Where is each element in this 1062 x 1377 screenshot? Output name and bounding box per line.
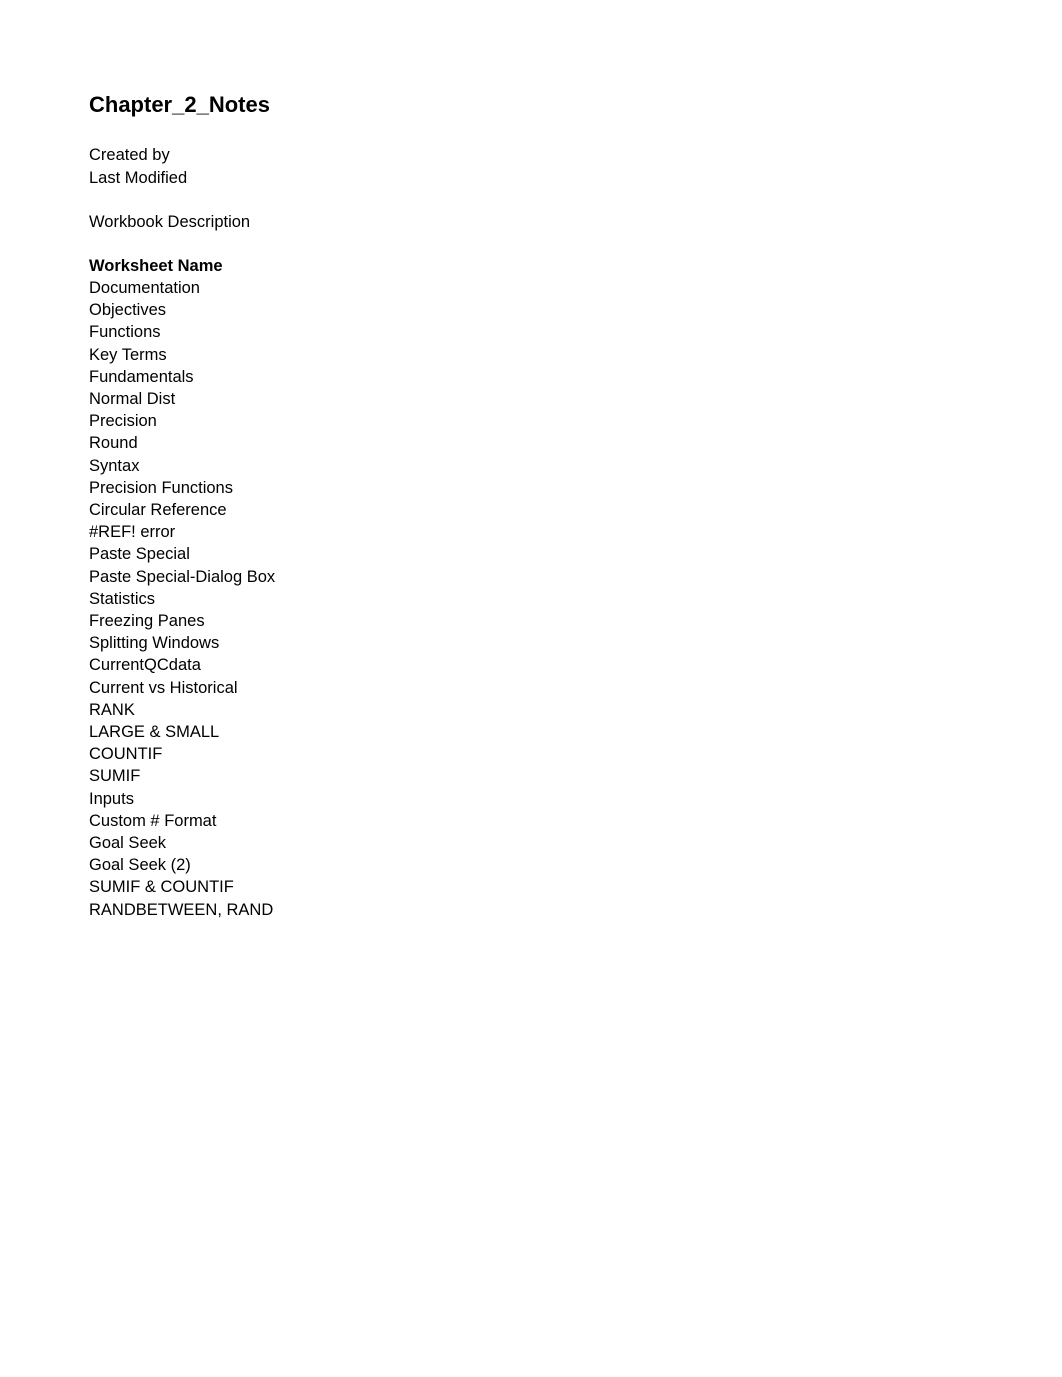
list-item: Documentation <box>89 279 200 297</box>
metadata-last-modified-label: Last Modified <box>89 168 188 187</box>
worksheet-name-list: Documentation Objectives Functions Key T… <box>89 277 969 921</box>
list-item: RANDBETWEEN, RAND <box>89 900 274 919</box>
list-item: Key Terms <box>89 345 167 364</box>
list-item: Inputs <box>89 789 134 808</box>
list-item: CurrentQCdata <box>89 656 201 675</box>
worksheet-name-column-header: Worksheet Name <box>89 256 223 275</box>
list-item: Goal Seek (2) <box>89 856 191 875</box>
list-item: Precision Functions <box>89 478 233 497</box>
list-item: Paste Special-Dialog Box <box>89 567 276 586</box>
list-item: Precision <box>89 412 157 431</box>
list-item: Paste Special <box>89 545 190 564</box>
page-title: Chapter_2_Notes <box>89 92 270 117</box>
list-item: RANK <box>89 700 135 719</box>
document-content: Chapter_2_Notes Created by Last Modified… <box>89 92 969 921</box>
list-item: Objectives <box>89 301 167 320</box>
list-item: COUNTIF <box>89 745 163 764</box>
list-item: SUMIF & COUNTIF <box>89 878 234 897</box>
list-item: Syntax <box>89 456 140 475</box>
list-item: Statistics <box>89 589 156 608</box>
list-item: Current vs Historical <box>89 678 238 697</box>
list-item: SUMIF <box>89 767 141 786</box>
list-item: Custom # Format <box>89 811 217 830</box>
list-item: Splitting Windows <box>89 634 220 653</box>
workbook-description-label: Workbook Description <box>89 213 251 231</box>
list-item: Goal Seek <box>89 834 167 853</box>
list-item: LARGE & SMALL <box>89 723 220 742</box>
list-item: Normal Dist <box>89 390 176 409</box>
list-item: Fundamentals <box>89 367 194 386</box>
list-item: Freezing Panes <box>89 612 205 631</box>
document-page: Chapter_2_Notes Created by Last Modified… <box>0 0 1062 1377</box>
list-item: Circular Reference <box>89 501 227 520</box>
list-item: Functions <box>89 323 161 342</box>
document-metadata: Created by Last Modified <box>89 144 969 189</box>
metadata-created-by-label: Created by <box>89 146 170 164</box>
workbook-description-block: Workbook Description <box>89 211 969 234</box>
list-item: Round <box>89 434 138 453</box>
list-item: #REF! error <box>89 523 176 542</box>
